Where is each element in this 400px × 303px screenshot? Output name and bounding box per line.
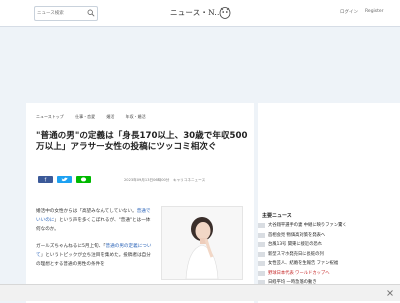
article-photo[interactable]: [161, 206, 243, 280]
sidebar-ad: [258, 103, 400, 199]
article-body: 婚活中の女性からは「高望みなんてしていない。普通でいいのに」という声を多くこぼれ…: [36, 207, 154, 277]
ad-area: [0, 27, 400, 97]
news-item[interactable]: 女性芸人、結婚を生報告 ファン祝福: [258, 260, 400, 268]
article-paragraph: ガールズちゃんねるに5月上旬、「普通の男の定義について」というトピックが立ち注目…: [36, 244, 152, 267]
breadcrumb: ニューストップ 仕事・恋愛 婚活 年収・婚活: [36, 114, 156, 120]
news-item[interactable]: 台風13号 関東に接近の恐れ: [258, 241, 400, 249]
sidebar: 主要ニュース 大谷翔平選手の妻 中継に映りファン驚く 首相会見 物価高対策を発表へ…: [258, 103, 400, 303]
news-item[interactable]: 首相会見 物価高対策を発表へ: [258, 232, 400, 240]
facebook-share-button[interactable]: f: [38, 176, 53, 183]
search-box[interactable]: [34, 6, 98, 21]
news-item[interactable]: 新型スマホ発売日に長蛇の列: [258, 251, 400, 259]
article-title: "普通の男"の定義は「身長170以上、30歳で年収500万以上」アラサー女性の投…: [36, 131, 248, 152]
bird-icon: [61, 177, 68, 182]
news-item[interactable]: 大谷翔平選手の妻 中継に映りファン驚く: [258, 222, 400, 230]
line-share-button[interactable]: [76, 176, 91, 183]
woman-photo-illustration: [162, 207, 242, 280]
line-icon: [80, 177, 87, 182]
register-link[interactable]: Register: [365, 9, 384, 14]
article-source[interactable]: キャリコネニュース: [173, 178, 205, 183]
mascot-icon: [219, 7, 231, 19]
facebook-icon: f: [45, 178, 47, 182]
breadcrumb-item[interactable]: 仕事・恋愛: [75, 114, 95, 119]
publish-date: 2023年09月13日06時00分: [124, 178, 170, 182]
login-link[interactable]: ログイン: [340, 9, 358, 15]
breadcrumb-item[interactable]: ニューストップ: [36, 114, 64, 119]
search-input[interactable]: [37, 7, 85, 20]
news-item[interactable]: 野球日本代表 ワールドカップへ: [258, 270, 400, 278]
breadcrumb-item[interactable]: 婚活: [106, 114, 114, 119]
svg-text:f: f: [45, 178, 47, 182]
news-list: 大谷翔平選手の妻 中継に映りファン驚く 首相会見 物価高対策を発表へ 台風13号 関…: [258, 222, 400, 289]
breadcrumb-item[interactable]: 年収・婚活: [126, 114, 146, 119]
article-paragraph: 婚活中の女性からは「高望みなんてしていない。普通でいいのに」という声を多くこぼれ…: [36, 209, 151, 232]
site-header: ニュース・N... ログイン Register: [0, 0, 400, 27]
article-card: ニューストップ 仕事・恋愛 婚活 年収・婚活 "普通の男"の定義は「身長170以…: [26, 103, 254, 303]
search-icon[interactable]: [87, 9, 95, 17]
bottom-ad-bar: [0, 284, 400, 301]
twitter-share-button[interactable]: [57, 176, 72, 183]
close-icon[interactable]: [386, 289, 394, 297]
main-news-heading: 主要ニュース: [262, 213, 292, 219]
